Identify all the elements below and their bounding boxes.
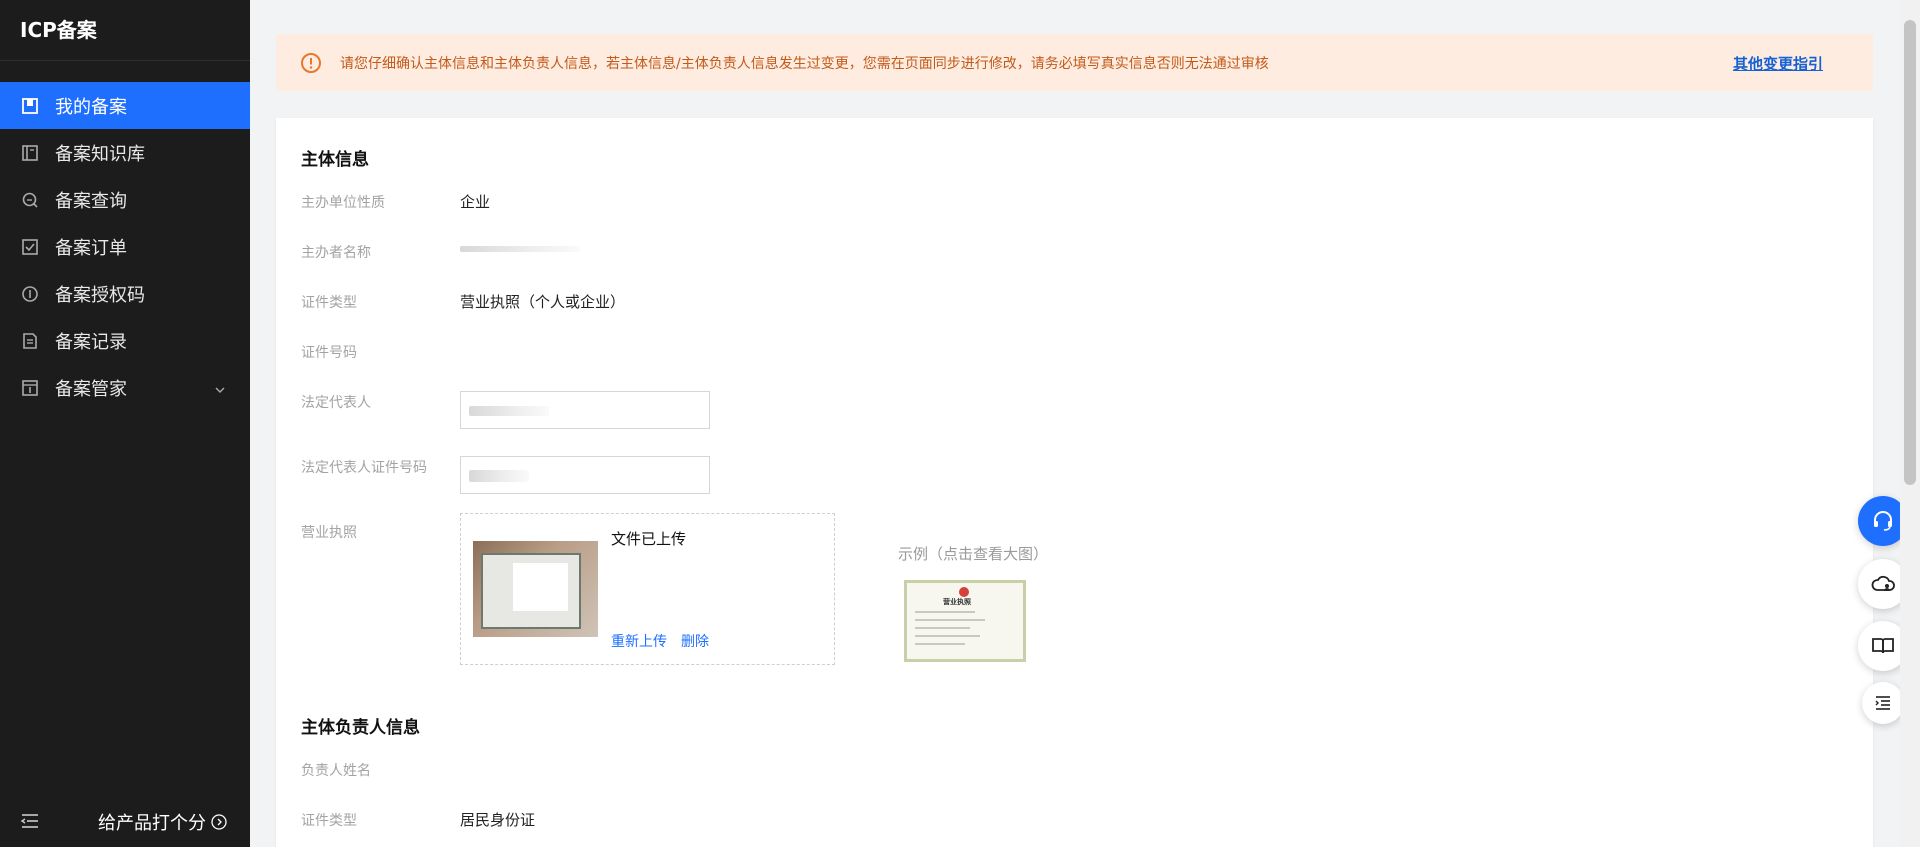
- butler-icon: [20, 378, 40, 398]
- sidebar-item-label: 备案记录: [55, 331, 127, 353]
- org-type-label: 主办单位性质: [301, 195, 385, 211]
- order-check-icon: [20, 237, 40, 257]
- sidebar-item-label: 备案授权码: [55, 284, 145, 306]
- example-license-image[interactable]: 营业执照: [904, 580, 1026, 662]
- other-change-guide-link[interactable]: 其他变更指引: [1733, 53, 1823, 74]
- sidebar-item-knowledge-base[interactable]: 备案知识库: [0, 129, 250, 176]
- search-icon: [20, 190, 40, 210]
- example-label: 示例（点击查看大图）: [898, 545, 1049, 563]
- org-type-value: 企业: [460, 193, 491, 211]
- legal-rep-input[interactable]: [460, 391, 710, 429]
- list-indent-icon: [1875, 696, 1890, 710]
- sidebar-footer: 给产品打个分: [0, 797, 250, 847]
- scrollbar-thumb[interactable]: [1904, 20, 1916, 485]
- cert-number-label: 证件号码: [301, 345, 357, 361]
- warning-icon: [300, 52, 322, 74]
- example-line: [915, 635, 980, 637]
- legal-rep-id-label: 法定代表人证件号码: [301, 460, 427, 476]
- headset-icon: [1874, 511, 1892, 531]
- sidebar-item-label: 我的备案: [55, 96, 127, 118]
- license-thumbnail-redacted: [513, 563, 568, 611]
- legal-rep-redacted: [469, 406, 549, 416]
- sidebar-item-orders[interactable]: 备案订单: [0, 223, 250, 270]
- seal-icon: [959, 587, 969, 597]
- arrow-circle-right-icon: [211, 814, 227, 830]
- cert-type-value: 营业执照（个人或企业）: [460, 293, 626, 311]
- sidebar-item-butler[interactable]: 备案管家: [0, 364, 250, 411]
- legal-rep-id-redacted: [469, 470, 529, 482]
- upload-status: 文件已上传: [611, 530, 687, 548]
- chevron-down-icon[interactable]: [214, 380, 226, 401]
- principal-cert-type-value: 居民身份证: [460, 811, 536, 829]
- legal-rep-id-input[interactable]: [460, 456, 710, 494]
- example-license-title: 营业执照: [943, 598, 971, 606]
- example-line: [915, 643, 965, 645]
- main-content: 请您仔细确认主体信息和主体负责人信息，若主体信息/主体负责人信息发生过变更，您需…: [250, 0, 1900, 847]
- auth-code-icon: [20, 284, 40, 304]
- license-upload-box[interactable]: 文件已上传 重新上传 删除: [460, 513, 835, 665]
- principal-cert-type-label: 证件类型: [301, 813, 357, 829]
- entity-info-title: 主体信息: [301, 150, 369, 170]
- app-title: ICP备案: [0, 0, 250, 61]
- record-icon: [20, 331, 40, 351]
- example-line: [915, 619, 985, 621]
- sidebar-item-records[interactable]: 备案记录: [0, 317, 250, 364]
- sidebar-item-my-filing[interactable]: 我的备案: [0, 82, 250, 129]
- license-thumbnail[interactable]: [473, 541, 598, 637]
- sidebar-nav: 我的备案 备案知识库 备案查询 备案订单 备案授权码 备案记录 备案管家: [0, 82, 250, 411]
- cloud-user-icon: [1871, 575, 1895, 591]
- legal-rep-label: 法定代表人: [301, 395, 371, 411]
- example-line: [915, 611, 975, 613]
- book-icon: [1872, 638, 1894, 654]
- example-line: [915, 627, 970, 629]
- sidebar: ICP备案 我的备案 备案知识库 备案查询 备案订单 备案授权码 备案记录 备案…: [0, 0, 250, 847]
- notice-text: 请您仔细确认主体信息和主体负责人信息，若主体信息/主体负责人信息发生过变更，您需…: [340, 55, 1269, 72]
- delete-link[interactable]: 删除: [681, 631, 709, 651]
- organizer-name-label: 主办者名称: [301, 245, 371, 261]
- cert-type-label: 证件类型: [301, 295, 357, 311]
- knowledge-base-icon: [20, 143, 40, 163]
- principal-info-title: 主体负责人信息: [301, 718, 420, 738]
- organizer-name-redacted: [460, 246, 580, 252]
- rate-product-label: 给产品打个分: [98, 813, 206, 834]
- business-license-label: 营业执照: [301, 525, 357, 541]
- sidebar-item-label: 备案查询: [55, 190, 127, 212]
- rate-product-link[interactable]: 给产品打个分: [98, 809, 227, 835]
- page-scrollbar[interactable]: [1900, 0, 1920, 847]
- menu-collapse-icon[interactable]: [20, 811, 40, 831]
- outline-button[interactable]: [1862, 682, 1904, 724]
- principal-name-label: 负责人姓名: [301, 763, 371, 779]
- sidebar-item-label: 备案管家: [55, 378, 127, 400]
- reupload-link[interactable]: 重新上传: [611, 631, 667, 651]
- my-filing-icon: [20, 96, 40, 116]
- sidebar-item-search[interactable]: 备案查询: [0, 176, 250, 223]
- sidebar-item-label: 备案订单: [55, 237, 127, 259]
- sidebar-item-auth-code[interactable]: 备案授权码: [0, 270, 250, 317]
- notice-banner: 请您仔细确认主体信息和主体负责人信息，若主体信息/主体负责人信息发生过变更，您需…: [276, 34, 1873, 91]
- sidebar-item-label: 备案知识库: [55, 143, 145, 165]
- info-card: 主体信息 主办单位性质 企业 主办者名称 证件类型 营业执照（个人或企业） 证件…: [276, 118, 1873, 847]
